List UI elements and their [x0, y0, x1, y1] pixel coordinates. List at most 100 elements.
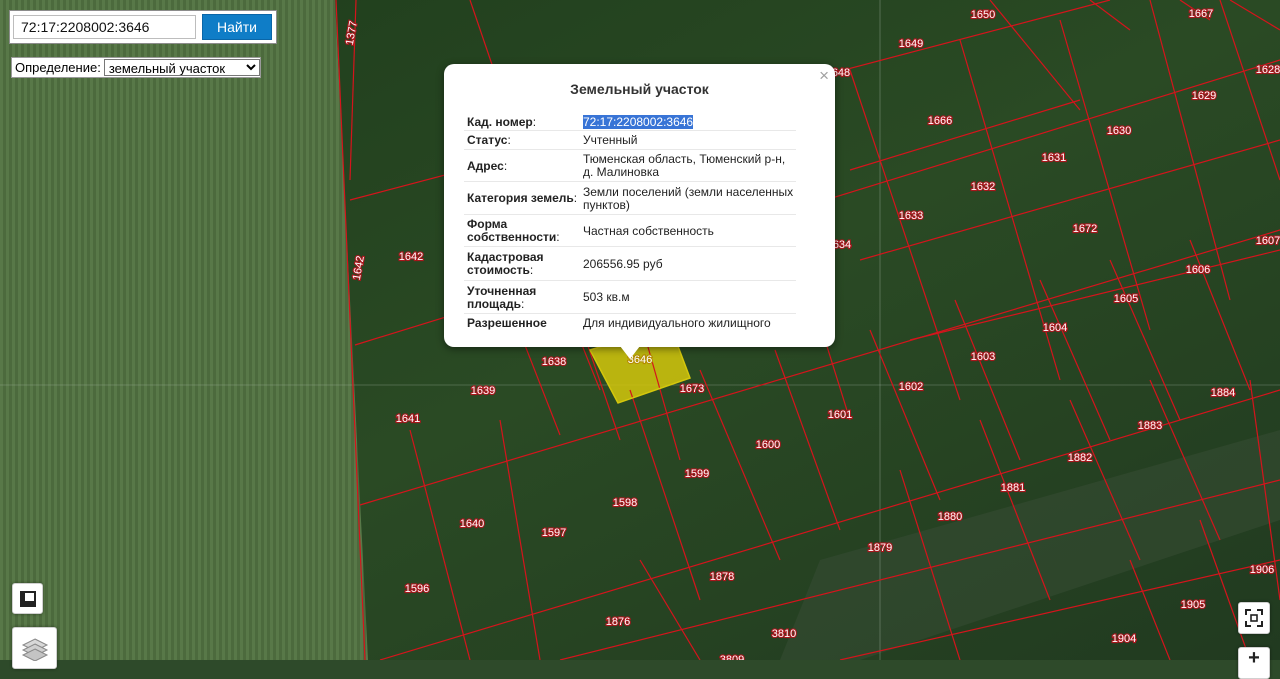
plot-number-label: 3810	[772, 628, 796, 640]
plot-number-label: 1598	[613, 497, 637, 509]
attribute-row: Категория земель: Земли поселений (земли …	[464, 182, 796, 215]
attribute-value: Для индивидуального жилищного	[583, 315, 796, 331]
attribute-value: Частная собственность	[583, 223, 796, 239]
plot-number-label: 1876	[606, 616, 630, 628]
plot-number-label: 1607	[1256, 235, 1280, 247]
plot-number-label: 1604	[1043, 322, 1067, 334]
crop-field	[0, 0, 368, 660]
plot-number-label: 1602	[899, 381, 923, 393]
plot-number-label: 1879	[868, 542, 892, 554]
attribute-key: Статус:	[467, 133, 511, 147]
plot-number-label: 1639	[471, 385, 495, 397]
attribute-colon: :	[507, 133, 511, 147]
attribute-value-text: Для индивидуального жилищного	[583, 316, 771, 330]
attribute-value-text: Частная собственность	[583, 223, 714, 238]
search-button[interactable]: Найти	[202, 14, 272, 40]
plot-number-label: 1640	[460, 518, 484, 530]
plot-number-label: 1632	[971, 181, 995, 193]
attribute-colon: :	[573, 191, 578, 205]
attribute-value: Тюменская область, Тюменский р-н, д. Мал…	[583, 151, 796, 180]
layers-button[interactable]	[12, 627, 57, 669]
attribute-value: Земли поселений (земли населенных пункто…	[583, 184, 796, 213]
attribute-colon: :	[556, 230, 560, 244]
search-input[interactable]	[13, 15, 196, 39]
detect-mode: Определение: земельный участок	[11, 57, 261, 78]
attribute-key: Категория земель:	[467, 191, 578, 205]
attribute-colon: :	[529, 263, 534, 277]
popup-title: Земельный участок	[570, 81, 709, 97]
attribute-table: Кад. номер: 72:17:2208002:3646 Статус: Учте…	[464, 113, 815, 332]
plot-number-label: 1599	[685, 468, 709, 480]
detect-label: Определение:	[15, 60, 101, 75]
attribute-colon: :	[532, 114, 537, 129]
attribute-key: Адрес:	[467, 158, 508, 173]
attribute-row: Кад. номер: 72:17:2208002:3646	[464, 113, 796, 131]
plot-number-label: 1666	[928, 115, 952, 127]
attribute-value[interactable]: 72:17:2208002:3646	[583, 114, 796, 130]
map-frame-button[interactable]	[12, 583, 43, 614]
attribute-colon: :	[503, 158, 508, 173]
attribute-value: Учтенный	[583, 132, 796, 148]
plot-number-label: 1904	[1112, 633, 1136, 645]
plot-number-label: 1673	[680, 383, 704, 395]
plot-number-label: 1881	[1001, 482, 1025, 494]
attribute-value-text: Учтенный	[583, 133, 638, 147]
plot-number-label: 1630	[1107, 125, 1131, 137]
attribute-key: Кад. номер:	[467, 114, 537, 129]
attribute-row: Статус: Учтенный	[464, 131, 796, 150]
attribute-key: Кадастровая стоимость:	[467, 250, 544, 277]
attribute-value: 503 кв.м	[583, 289, 796, 305]
popup-pointer	[620, 346, 640, 359]
plot-number-label: 1650	[971, 9, 995, 21]
fullscreen-button[interactable]	[1238, 602, 1270, 634]
plot-number-label: 1906	[1250, 564, 1274, 576]
attribute-key: Форма собственности:	[467, 217, 560, 244]
plot-number-label: 1672	[1073, 223, 1097, 235]
attribute-key: Разрешенное	[467, 316, 547, 330]
attribute-row: Адрес: Тюменская область, Тюменский р-н, …	[464, 150, 796, 182]
plot-number-label: 1905	[1181, 599, 1205, 611]
plot-number-label: 634	[833, 239, 851, 251]
attribute-key: Уточненная площадь:	[467, 283, 537, 311]
zoom-in-button[interactable]: +	[1238, 647, 1270, 679]
zoom-in-label: +	[1248, 646, 1260, 669]
attribute-value-text: Земли поселений (земли населенных пункто…	[583, 184, 794, 212]
plot-number-label: 1883	[1138, 420, 1162, 432]
fullscreen-icon	[1245, 609, 1263, 627]
plot-number-label: 1629	[1192, 90, 1216, 102]
plot-number-label: 1649	[899, 38, 923, 50]
popup-body: Кад. номер: 72:17:2208002:3646 Статус: Учте…	[464, 113, 815, 332]
plot-number-label: 1600	[756, 439, 780, 451]
attribute-value-text: 206556.95 руб	[583, 256, 663, 271]
plot-number-label: 1605	[1114, 293, 1138, 305]
attribute-value: 206556.95 руб	[583, 256, 796, 272]
plot-number-label: 1606	[1186, 264, 1210, 276]
plot-number-label: 1597	[542, 527, 566, 539]
search-box: Найти	[9, 10, 277, 44]
cadastral-number-selected[interactable]: 72:17:2208002:3646	[583, 114, 694, 129]
layers-icon	[21, 638, 48, 661]
attribute-colon: :	[520, 296, 525, 311]
plot-number-label: 1631	[1042, 152, 1066, 164]
plot-number-label: 1633	[899, 210, 923, 222]
plot-number-label: 1880	[938, 511, 962, 523]
plot-number-label: 1884	[1211, 387, 1235, 399]
plot-number-label: 1628	[1256, 64, 1280, 76]
plot-number-label: 1667	[1189, 8, 1213, 20]
plot-number-label: 1642	[399, 251, 423, 263]
plot-number-label: 1641	[396, 413, 420, 425]
plot-number-label: 1638	[542, 356, 566, 368]
plot-number-label: 1603	[971, 351, 995, 363]
attribute-value-text: 503 кв.м	[583, 290, 630, 304]
map-frame-icon	[19, 590, 36, 607]
attribute-row: Кадастровая стоимость: 206556.95 руб	[464, 247, 796, 281]
detect-select[interactable]: земельный участок	[103, 59, 260, 76]
plot-number-label: 1601	[828, 409, 852, 421]
attribute-value-text: Тюменская область, Тюменский р-н, д. Мал…	[583, 152, 786, 179]
attribute-row: Разрешенное Для индивидуального жилищного	[464, 314, 796, 332]
plot-number-label: 1596	[405, 583, 429, 595]
plot-number-label: 3809	[720, 654, 744, 660]
attribute-row: Уточненная площадь: 503 кв.м	[464, 281, 796, 314]
plot-info-popup: × Земельный участок Кад. номер: 72:17:220…	[444, 64, 835, 347]
attribute-row: Форма собственности: Частная собственност…	[464, 215, 796, 247]
